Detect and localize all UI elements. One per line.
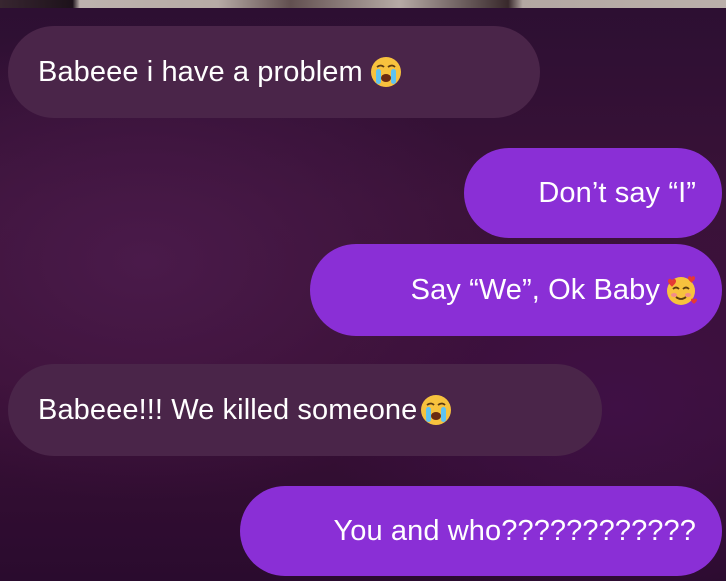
message-bubble-outgoing[interactable]: Don’t say “I”	[464, 148, 722, 238]
message-text: Don’t say “I”	[538, 176, 696, 209]
smiling-face-with-hearts-icon	[664, 273, 698, 307]
top-photo-strip	[0, 0, 726, 8]
message-text: Say “We”, Ok Baby	[410, 273, 660, 306]
message-bubble-incoming[interactable]: Babeee i have a problem	[8, 26, 540, 118]
message-text: Babeee!!! We killed someone	[38, 393, 418, 426]
message-text: You and who????????????	[333, 514, 696, 547]
loudly-crying-face-icon	[369, 55, 403, 89]
loudly-crying-face-icon	[419, 393, 453, 427]
message-text: Babeee i have a problem	[38, 55, 363, 88]
message-bubble-outgoing[interactable]: You and who????????????	[240, 486, 722, 576]
message-bubble-outgoing[interactable]: Say “We”, Ok Baby	[310, 244, 722, 336]
message-bubble-incoming[interactable]: Babeee!!! We killed someone	[8, 364, 602, 456]
